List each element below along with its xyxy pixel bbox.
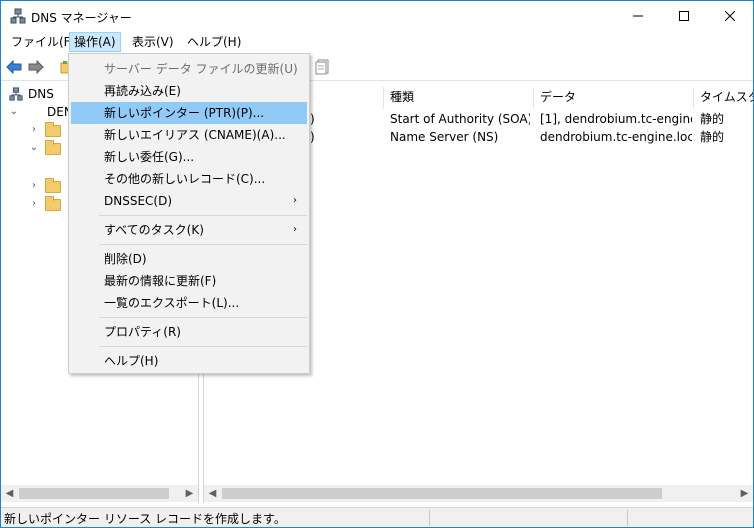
dns-app-icon: [10, 8, 26, 24]
status-divider: [627, 510, 628, 526]
record-data: [1], dendrobium.tc-engine...: [540, 112, 692, 126]
title-bar: DNS マネージャー: [1, 1, 753, 31]
status-text: 新しいポインター リソース レコードを作成します。: [4, 512, 286, 526]
record-name: ): [310, 112, 315, 126]
menu-separator: [99, 317, 307, 318]
minimize-icon: [633, 15, 643, 17]
window-title: DNS マネージャー: [31, 11, 132, 25]
record-name: ): [310, 130, 315, 144]
dns-manager-window: DNS マネージャー ファイル(F) 操作(A) 表示(V) ヘルプ(H) DN…: [0, 0, 754, 528]
menu-bar: ファイル(F) 操作(A) 表示(V) ヘルプ(H): [1, 31, 753, 53]
menu-item-refresh[interactable]: 最新の情報に更新(F): [71, 270, 307, 292]
record-type: Start of Authority (SOA): [390, 112, 530, 126]
submenu-arrow-icon: ›: [293, 224, 297, 235]
maximize-icon: [679, 11, 689, 21]
tree-label-dns: DNS: [28, 87, 54, 101]
menu-separator: [99, 346, 307, 347]
collapse-chevron-icon[interactable]: ⌄: [29, 143, 39, 153]
submenu-arrow-icon: ›: [293, 195, 297, 206]
scroll-left-icon[interactable]: ◀: [204, 485, 221, 502]
menu-item-dnssec-label: DNSSEC(D): [104, 194, 173, 208]
menu-item-reload[interactable]: 再読み込み(E): [71, 80, 307, 102]
menu-view[interactable]: 表示(V): [128, 32, 178, 52]
scroll-thumb[interactable]: [19, 488, 169, 499]
scroll-left-icon[interactable]: ◀: [1, 485, 18, 502]
tree-item-reverse-zones[interactable]: ⌄: [29, 139, 69, 157]
folder-icon: [45, 140, 61, 155]
menu-item-new-alias[interactable]: 新しいエイリアス (CNAME)(A)...: [71, 124, 307, 146]
column-header-timestamp[interactable]: タイムスタン: [694, 87, 753, 109]
dns-server-icon: [9, 87, 23, 101]
back-icon[interactable]: [5, 58, 23, 76]
menu-item-new-delegation[interactable]: 新しい委任(G)...: [71, 146, 307, 168]
column-header-type[interactable]: 種類: [384, 87, 534, 109]
list-horizontal-scrollbar[interactable]: ◀ ▶: [204, 485, 753, 502]
status-bar: 新しいポインター リソース レコードを作成します。: [1, 507, 753, 527]
forward-icon[interactable]: [27, 58, 45, 76]
properties-icon[interactable]: [313, 58, 331, 76]
menu-item-delete[interactable]: 削除(D): [71, 248, 307, 270]
maximize-button[interactable]: [661, 1, 707, 31]
scroll-right-icon[interactable]: ▶: [181, 485, 198, 502]
menu-item-all-tasks-label: すべてのタスク(K): [104, 223, 204, 237]
tree-item-trust-points[interactable]: ›: [29, 177, 69, 195]
menu-item-new-pointer[interactable]: 新しいポインター (PTR)(P)...: [71, 102, 307, 124]
expand-chevron-icon[interactable]: ›: [29, 125, 39, 135]
expand-chevron-icon[interactable]: ›: [29, 199, 39, 209]
menu-item-help[interactable]: ヘルプ(H): [71, 350, 307, 372]
menu-item-other-new-records[interactable]: その他の新しいレコード(C)...: [71, 168, 307, 190]
tree-item-server[interactable]: ⌄ DEN: [9, 103, 73, 121]
collapse-chevron-icon[interactable]: ⌄: [9, 107, 19, 117]
menu-item-update-data-file[interactable]: サーバー データ ファイルの更新(U): [71, 58, 307, 80]
record-data: dendrobium.tc-engine.loc...: [540, 130, 692, 144]
folder-icon: [45, 196, 61, 211]
status-divider: [429, 510, 430, 526]
close-button[interactable]: [707, 1, 753, 31]
tree-item-conditional-forwarders[interactable]: ›: [29, 195, 69, 213]
scroll-thumb[interactable]: [222, 488, 662, 499]
menu-item-all-tasks[interactable]: すべてのタスク(K) ›: [71, 219, 307, 241]
folder-icon: [45, 122, 61, 137]
record-timestamp: 静的: [700, 112, 725, 126]
tree-item-forward-zones[interactable]: ›: [29, 121, 69, 139]
menu-separator: [99, 215, 307, 216]
expand-chevron-icon[interactable]: ›: [29, 181, 39, 191]
tree-horizontal-scrollbar[interactable]: ◀ ▶: [1, 485, 198, 502]
close-icon: [725, 11, 735, 21]
menu-item-dnssec[interactable]: DNSSEC(D) ›: [71, 190, 307, 212]
record-type: Name Server (NS): [390, 130, 499, 144]
menu-item-properties[interactable]: プロパティ(R): [71, 321, 307, 343]
scroll-right-icon[interactable]: ▶: [736, 485, 753, 502]
action-menu-dropdown: サーバー データ ファイルの更新(U) 再読み込み(E) 新しいポインター (P…: [68, 53, 310, 374]
column-header-data[interactable]: データ: [534, 87, 694, 109]
folder-icon: [45, 178, 61, 193]
minimize-button[interactable]: [615, 1, 661, 31]
menu-help[interactable]: ヘルプ(H): [183, 32, 245, 52]
menu-separator: [99, 244, 307, 245]
record-timestamp: 静的: [700, 130, 725, 144]
menu-item-export-list[interactable]: 一覧のエクスポート(L)...: [71, 292, 307, 314]
menu-action[interactable]: 操作(A): [69, 32, 121, 52]
